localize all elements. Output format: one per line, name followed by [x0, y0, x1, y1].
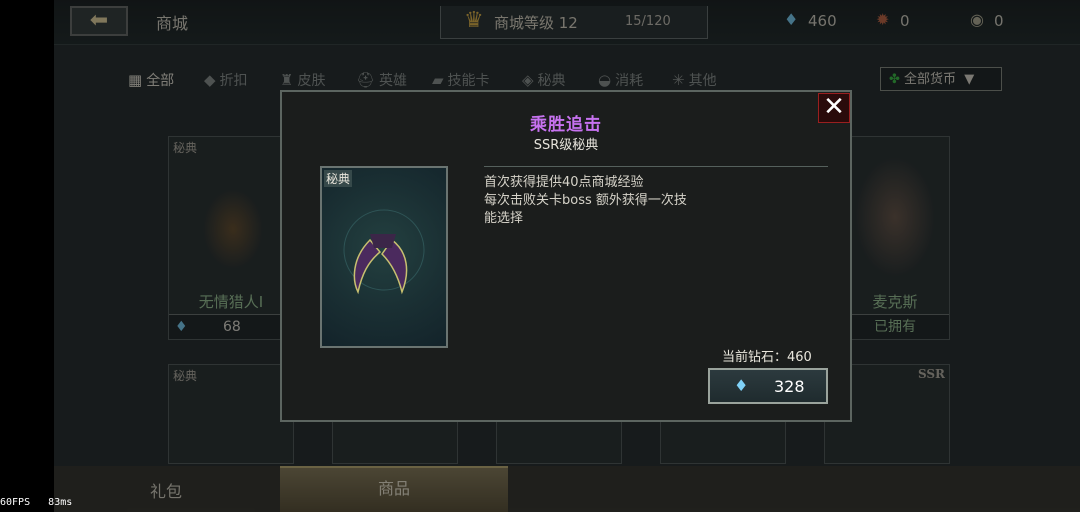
shop-screen: ⬅ 商城 ♛ 商城等级 12 15/120 ♦ 460 ✹ 0 ◉ 0 ▦ 全部 … — [54, 0, 1080, 512]
divider — [484, 166, 828, 167]
close-icon: ✕ — [823, 92, 845, 122]
item-description: 首次获得提供40点商城经验 每次击败关卡boss 额外获得一次技 能选择 — [484, 175, 687, 226]
item-detail-modal: 乘胜追击 SSR级秘典 秘典 首次获得提供40点商城经验 每次击败关卡boss … — [280, 90, 852, 422]
current-diamond-balance: 当前钻石：460 — [722, 350, 812, 365]
claw-icon — [343, 209, 425, 295]
item-rarity: SSR级秘典 — [533, 138, 599, 153]
fps-overlay: 60FPS 83ms — [0, 497, 73, 508]
item-title: 乘胜追击 — [530, 115, 602, 135]
close-button[interactable]: ✕ — [818, 93, 850, 123]
buy-button[interactable]: ♦ 328 — [708, 368, 828, 404]
item-image-frame: 秘典 — [320, 166, 448, 348]
diamond-icon: ♦ — [734, 376, 749, 395]
buy-price: 328 — [774, 377, 805, 396]
